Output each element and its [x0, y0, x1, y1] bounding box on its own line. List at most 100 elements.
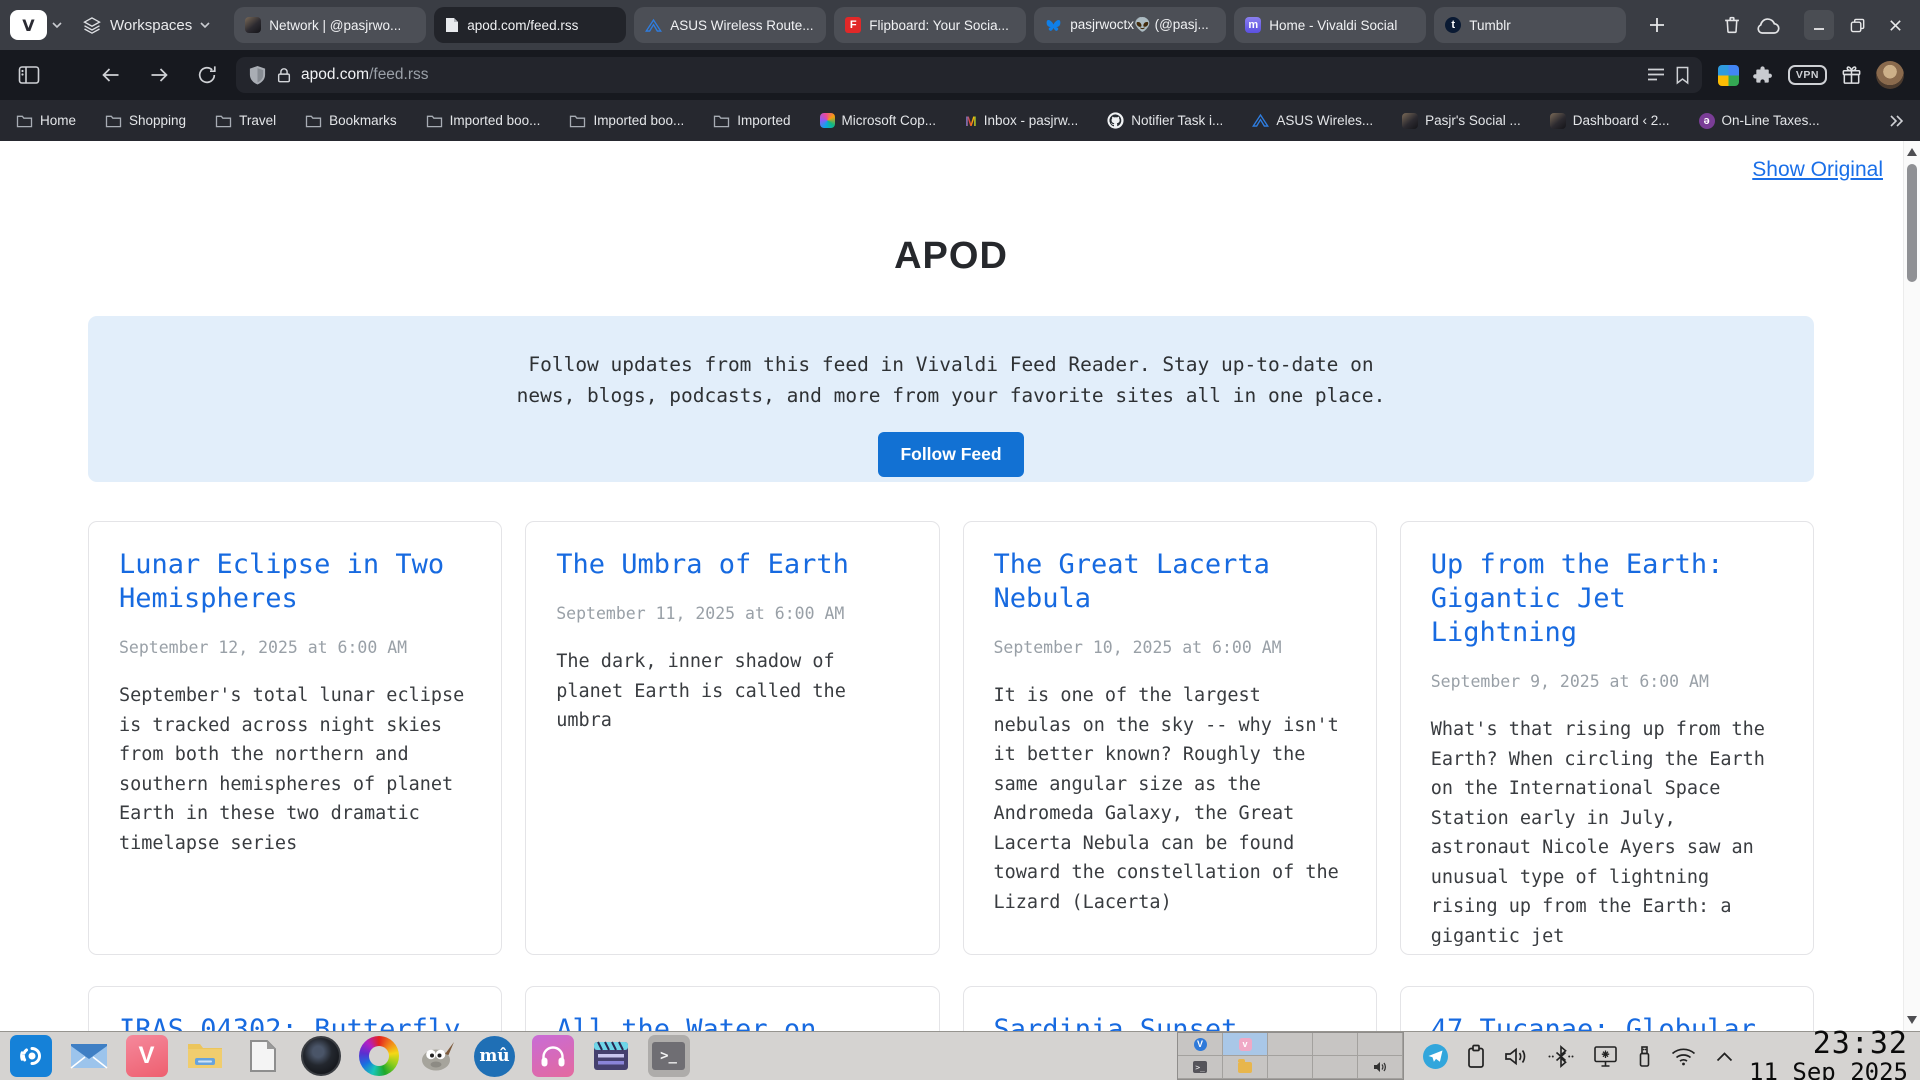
reader-view-icon[interactable]: [1646, 67, 1666, 83]
bluetooth-tray-icon[interactable]: [1547, 1045, 1575, 1068]
panel-toggle-icon[interactable]: [12, 58, 46, 92]
file-manager-icon[interactable]: [182, 1034, 227, 1079]
scroll-up-arrow[interactable]: [1907, 148, 1917, 156]
color-wheel-icon[interactable]: [356, 1034, 401, 1079]
mail-app-icon[interactable]: [66, 1034, 111, 1079]
back-icon[interactable]: [94, 58, 128, 92]
shield-icon[interactable]: [248, 65, 267, 86]
media-lens-icon[interactable]: [298, 1034, 343, 1079]
bookmark-microsoft-cop[interactable]: Microsoft Cop...: [820, 113, 937, 128]
feed-card-title[interactable]: All the Water on: [556, 1013, 908, 1031]
tab-tumblr[interactable]: tTumblr: [1434, 7, 1626, 43]
new-tab-button[interactable]: [1640, 8, 1674, 42]
sync-cloud-icon[interactable]: [1750, 7, 1786, 43]
bookmark-shopping[interactable]: Shopping: [105, 113, 186, 128]
bookmark-inbox-pasjrw[interactable]: MInbox - pasjrw...: [965, 113, 1078, 129]
vivaldi-app-icon[interactable]: V: [124, 1034, 169, 1079]
url-text: apod.com/feed.rss: [301, 66, 429, 84]
musescore-icon[interactable]: mû: [472, 1034, 517, 1079]
bookmarks-overflow-button[interactable]: [1888, 114, 1904, 128]
restore-button[interactable]: [1842, 10, 1872, 40]
pager-cell-r1c2[interactable]: v: [1223, 1033, 1268, 1056]
bookmark-asus-wireles[interactable]: ASUS Wireles...: [1252, 113, 1373, 128]
tab-asus-wireless-route[interactable]: ASUS Wireless Route...: [634, 7, 826, 43]
feed-card-the-umbra-of-earth: The Umbra of EarthSeptember 11, 2025 at …: [525, 521, 939, 955]
lock-icon[interactable]: [276, 66, 292, 84]
pager-cell-r2c1[interactable]: >_: [1178, 1056, 1223, 1079]
bookmark-dashboard-2[interactable]: Dashboard ‹ 2...: [1550, 113, 1670, 129]
scrollbar-thumb[interactable]: [1907, 164, 1917, 282]
tab-flipboard-your-socia[interactable]: FFlipboard: Your Socia...: [834, 7, 1026, 43]
address-field[interactable]: apod.com/feed.rss: [236, 57, 1702, 93]
feed-card-title[interactable]: The Great Lacerta Nebula: [994, 548, 1346, 616]
bookmark-travel[interactable]: Travel: [215, 113, 276, 128]
bookmark-pasjr-s-social[interactable]: Pasjr's Social ...: [1402, 113, 1521, 129]
usb-tray-icon[interactable]: [1636, 1044, 1653, 1069]
vivaldi-menu-button[interactable]: V: [10, 10, 47, 40]
software-center-icon[interactable]: [8, 1034, 53, 1079]
workspaces-button[interactable]: Workspaces: [82, 15, 210, 35]
bookmark-label: Microsoft Cop...: [842, 113, 937, 128]
trash-icon[interactable]: [1714, 7, 1750, 43]
pager-cell-r2c3[interactable]: [1268, 1056, 1313, 1079]
bookmark-imported-boo[interactable]: Imported boo...: [426, 113, 541, 128]
forward-icon[interactable]: [142, 58, 176, 92]
vpn-badge[interactable]: VPN: [1788, 65, 1827, 85]
feed-card-title[interactable]: IRAS 04302: Butterfly: [119, 1013, 471, 1031]
bookmark-notifier-task-i[interactable]: Notifier Task i...: [1107, 112, 1223, 129]
telegram-tray-icon[interactable]: [1422, 1043, 1449, 1070]
pager-cell-r1c5[interactable]: [1358, 1033, 1403, 1056]
pager-cell-r2c4[interactable]: [1313, 1056, 1358, 1079]
pager-cell-r1c4[interactable]: [1313, 1033, 1358, 1056]
pager-cell-r1c1[interactable]: V: [1178, 1033, 1223, 1056]
libreoffice-icon[interactable]: [240, 1034, 285, 1079]
close-button[interactable]: [1880, 10, 1910, 40]
extension-colorful-icon[interactable]: [1718, 65, 1739, 86]
profile-avatar[interactable]: [1876, 61, 1904, 89]
music-player-icon[interactable]: [530, 1034, 575, 1079]
display-tray-icon[interactable]: [1592, 1044, 1619, 1069]
feed-card-title[interactable]: The Umbra of Earth: [556, 548, 908, 582]
gimp-icon[interactable]: [414, 1034, 459, 1079]
bookmark-imported-boo[interactable]: Imported boo...: [569, 113, 684, 128]
feed-card-title[interactable]: Lunar Eclipse in Two Hemispheres: [119, 548, 471, 616]
document-icon: [445, 17, 459, 33]
extensions-puzzle-icon[interactable]: [1752, 64, 1775, 87]
gift-icon[interactable]: [1840, 64, 1863, 87]
show-original-link[interactable]: Show Original: [1752, 158, 1883, 182]
tab-home-vivaldi-social[interactable]: mHome - Vivaldi Social: [1234, 7, 1426, 43]
bookmark-bookmarks[interactable]: Bookmarks: [305, 113, 397, 128]
taskbar: Vmû>_ Vv>_ 23:32 11 Sep 2025: [0, 1031, 1920, 1080]
tab-network-pasjrwo[interactable]: Network | @pasjrwo...: [234, 7, 426, 43]
tab-pasjrwoctx-pasj[interactable]: pasjrwoctx👽 (@pasj...: [1034, 7, 1226, 43]
clipboard-tray-icon[interactable]: [1466, 1044, 1486, 1069]
bookmark-label: Imported boo...: [450, 113, 541, 128]
bookmark-on-line-taxes[interactable]: əOn-Line Taxes...: [1699, 113, 1820, 129]
feed-card-date: September 9, 2025 at 6:00 AM: [1431, 672, 1783, 691]
feed-card-title[interactable]: Up from the Earth: Gigantic Jet Lightnin…: [1431, 548, 1783, 650]
online-taxes-icon: ə: [1699, 113, 1715, 129]
terminal-icon[interactable]: >_: [646, 1034, 691, 1079]
video-editor-icon[interactable]: [588, 1034, 633, 1079]
chevron-down-icon[interactable]: [52, 21, 62, 29]
bookmark-imported[interactable]: Imported: [713, 113, 790, 128]
follow-feed-button[interactable]: Follow Feed: [878, 432, 1023, 477]
feed-card-title[interactable]: 47 Tucanae: Globular: [1431, 1013, 1783, 1031]
taskbar-clock[interactable]: 23:32 11 Sep 2025: [1749, 1029, 1908, 1080]
tab-apod-com-feed-rss[interactable]: apod.com/feed.rss: [434, 7, 626, 43]
feed-card-lunar-eclipse-in-two-hemispher: Lunar Eclipse in Two HemispheresSeptembe…: [88, 521, 502, 955]
scroll-down-arrow[interactable]: [1907, 1016, 1917, 1024]
minimize-button[interactable]: [1804, 10, 1834, 40]
tray-expand-icon[interactable]: [1714, 1049, 1735, 1064]
page-scrollbar[interactable]: [1903, 141, 1920, 1031]
feed-card-title[interactable]: Sardinia Sunset: [994, 1013, 1346, 1031]
wifi-tray-icon[interactable]: [1670, 1046, 1697, 1067]
reload-icon[interactable]: [190, 58, 224, 92]
bookmark-home[interactable]: Home: [16, 113, 76, 128]
pager-cell-r2c5[interactable]: [1358, 1056, 1403, 1079]
pager-cell-r2c2[interactable]: [1223, 1056, 1268, 1079]
bookmarks-bar: Home Shopping Travel Bookmarks Imported boo.…: [0, 100, 1920, 141]
add-bookmark-icon[interactable]: [1675, 66, 1690, 85]
volume-tray-icon[interactable]: [1503, 1045, 1530, 1068]
pager-cell-r1c3[interactable]: [1268, 1033, 1313, 1056]
